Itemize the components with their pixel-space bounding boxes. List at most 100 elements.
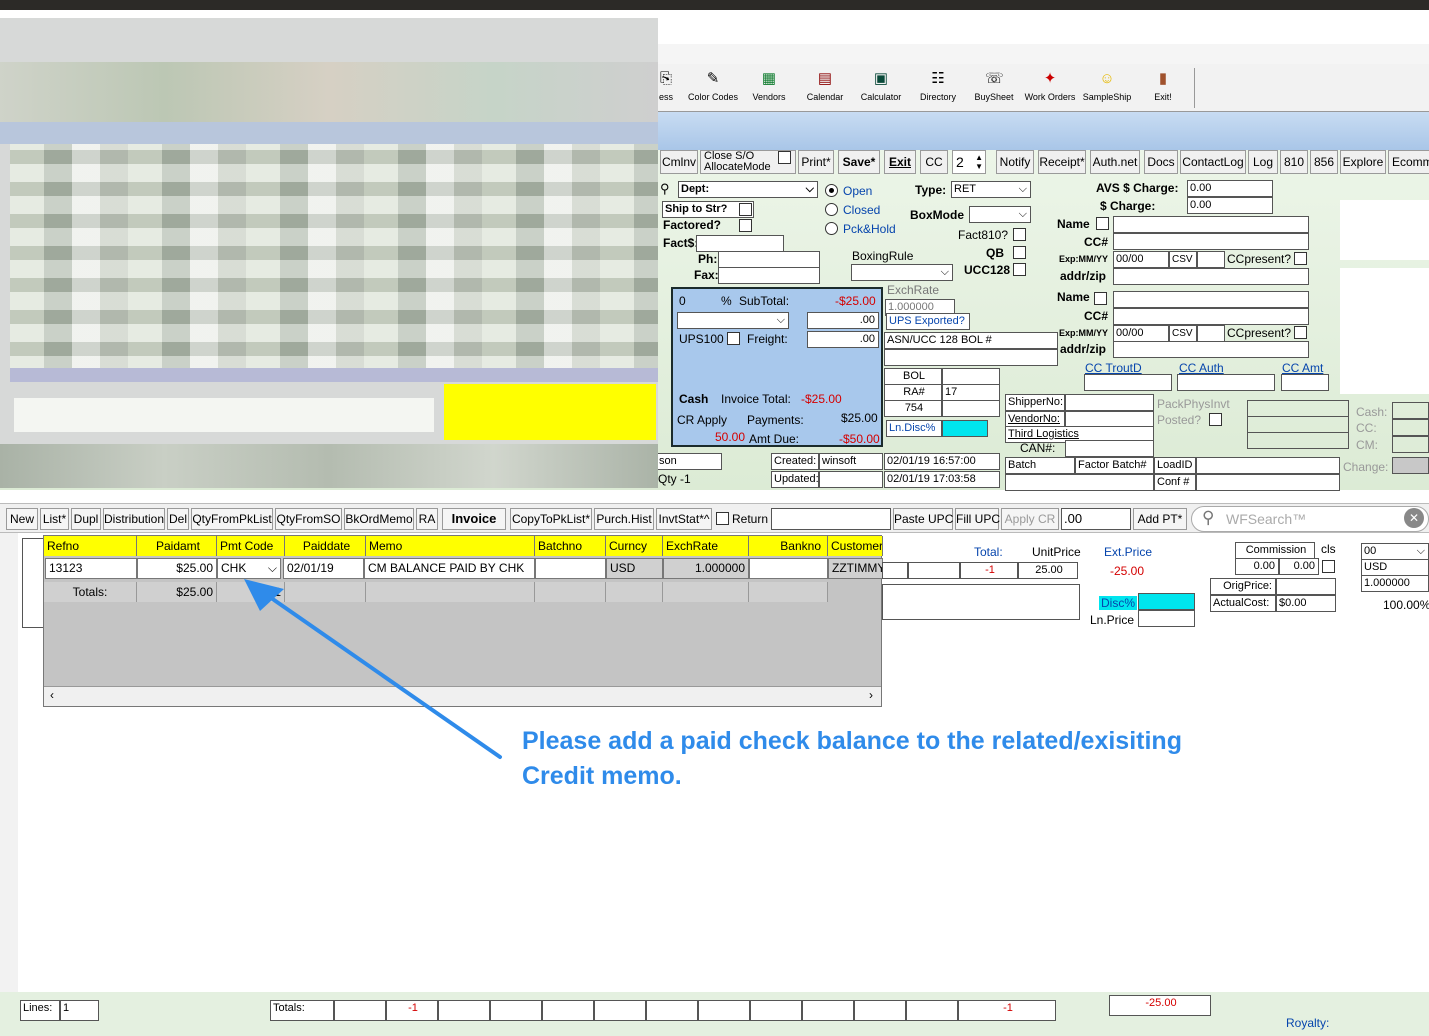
paste-upc-button[interactable]: Paste UPC (893, 508, 953, 530)
ra-input[interactable]: 17 (942, 384, 1000, 401)
avs-charge-input[interactable]: 0.00 (1187, 180, 1273, 197)
cc-tender-input[interactable] (1392, 419, 1429, 436)
fill-upc-button[interactable]: Fill UPC (955, 508, 1000, 530)
search-icon[interactable]: ⚲ (660, 181, 670, 197)
toolbar-process-button[interactable]: ⎘ ess (655, 68, 677, 110)
status-closed-radio[interactable] (825, 203, 838, 216)
list-button[interactable]: List* (40, 508, 69, 530)
cc-troutd-input[interactable] (1084, 374, 1172, 391)
status-pckhold-radio[interactable] (825, 222, 838, 235)
fax-input[interactable] (718, 267, 820, 284)
posted-checkbox[interactable] (1209, 413, 1222, 426)
explore-button[interactable]: Explore (1340, 150, 1386, 174)
commission-b-input[interactable]: 0.00 (1279, 558, 1319, 575)
toolbar-work-orders-button[interactable]: ✦ Work Orders (1022, 68, 1078, 110)
cash-tender-input[interactable] (1392, 402, 1429, 419)
line-notes-input[interactable] (882, 584, 1080, 620)
toolbar-color-codes-button[interactable]: ✎ Color Codes (684, 68, 742, 110)
dept-dropdown[interactable]: Dept: ⌵ (678, 181, 818, 198)
cc1-csv-input[interactable] (1197, 251, 1225, 268)
orig-price-input[interactable] (1276, 578, 1336, 595)
cc2-exp-input[interactable]: 00/00 (1113, 325, 1169, 342)
cc2-name-input[interactable] (1113, 291, 1309, 308)
del-button[interactable]: Del (167, 508, 189, 530)
docs-button[interactable]: Docs (1144, 150, 1178, 174)
cmlnv-button[interactable]: Cmlnv (660, 150, 698, 174)
cc1-addr-input[interactable] (1113, 268, 1309, 285)
toolbar-vendors-button[interactable]: ▦ Vendors (748, 68, 790, 110)
toolbar-sampleship-button[interactable]: ☺ SampleShip (1082, 68, 1132, 110)
edi-810-button[interactable]: 810 (1280, 150, 1308, 174)
distribution-button[interactable]: Distribution (103, 508, 165, 530)
col-pmt-code[interactable]: Pmt Code (217, 536, 285, 556)
cell-paidamt[interactable]: $25.00 (137, 558, 217, 579)
apply-cr-button[interactable]: Apply CR (1001, 508, 1059, 530)
boxmode-dropdown[interactable]: ⌵ (969, 206, 1031, 223)
item-lookup-input[interactable] (771, 508, 891, 530)
cc2-number-input[interactable] (1113, 308, 1309, 325)
load-id-input[interactable] (1196, 457, 1340, 474)
wf-search-box[interactable]: ⚲ WFSearch™ ✕ (1191, 506, 1429, 532)
ucc128-checkbox[interactable] (1013, 263, 1026, 276)
scroll-left-icon[interactable]: ‹ (50, 688, 54, 702)
fact-dollar-input[interactable] (696, 235, 784, 252)
col-exchrate[interactable]: ExchRate (663, 536, 749, 556)
type-dropdown[interactable]: RET ⌵ (951, 181, 1031, 198)
commission-a-input[interactable]: 0.00 (1235, 558, 1279, 575)
copy-to-pklist-button[interactable]: CopyToPkList* (510, 508, 592, 530)
cc2-ccpresent-checkbox[interactable] (1294, 326, 1307, 339)
allocate-mode-checkbox[interactable] (778, 151, 791, 164)
bkord-memo-button[interactable]: BkOrdMemo (344, 508, 414, 530)
col-paidamt[interactable]: Paidamt (137, 536, 217, 556)
cc2-name-checkbox[interactable] (1094, 292, 1107, 305)
toolbar-calculator-button[interactable]: ▣ Calculator (858, 68, 904, 110)
notify-button[interactable]: Notify (996, 150, 1034, 174)
log-button[interactable]: Log (1248, 150, 1278, 174)
dupl-button[interactable]: Dupl (71, 508, 101, 530)
copies-spinner[interactable]: 2 ▲ ▼ (952, 150, 986, 174)
col-refno[interactable]: Refno (44, 536, 137, 556)
can-input[interactable] (1065, 440, 1154, 457)
cc-button[interactable]: CC (920, 150, 948, 174)
cell-bankno[interactable] (749, 558, 828, 579)
edi-856-button[interactable]: 856 (1310, 150, 1338, 174)
code-dropdown[interactable]: 00 ⌵ (1361, 543, 1429, 560)
line-cell-1[interactable] (882, 562, 908, 579)
batch-input[interactable] (1005, 474, 1154, 491)
cc1-number-input[interactable] (1113, 233, 1309, 250)
cm-tender-input[interactable] (1392, 436, 1429, 453)
ln-price-input[interactable] (1138, 610, 1195, 627)
col-curncy[interactable]: Curncy (606, 536, 663, 556)
new-button[interactable]: New (6, 508, 38, 530)
ln-disc-input[interactable] (942, 420, 988, 437)
qb-checkbox[interactable] (1013, 246, 1026, 259)
toolbar-exit-button[interactable]: ▮ Exit! (1148, 68, 1178, 110)
save-button[interactable]: Save* (838, 150, 880, 174)
ecommerce-button[interactable]: Ecomme (1388, 150, 1429, 174)
factored-checkbox[interactable] (739, 219, 752, 232)
ra-extra-input[interactable] (942, 400, 1000, 417)
cc1-exp-input[interactable]: 00/00 (1113, 251, 1169, 268)
invt-stat-button[interactable]: InvtStat*^ (656, 508, 712, 530)
cc-auth-input[interactable] (1177, 374, 1275, 391)
discount-dropdown[interactable]: ⌵ (677, 312, 789, 329)
line-cell-2[interactable] (908, 562, 960, 579)
cc1-ccpresent-checkbox[interactable] (1294, 252, 1307, 265)
cc-amt-input[interactable] (1281, 374, 1329, 391)
rate-field[interactable]: 1.000000 (1361, 575, 1429, 592)
line-total-value[interactable]: -1 (960, 562, 1018, 579)
contactlog-button[interactable]: ContactLog (1180, 150, 1246, 174)
ups100-checkbox[interactable] (727, 332, 740, 345)
phone-input[interactable] (718, 251, 820, 268)
cc2-addr-input[interactable] (1113, 341, 1309, 358)
fact810-checkbox[interactable] (1013, 228, 1026, 241)
unit-price-input[interactable]: 25.00 (1018, 562, 1078, 579)
col-batchno[interactable]: Batchno (535, 536, 606, 556)
freight-input[interactable]: .00 (807, 331, 879, 348)
apply-cr-input[interactable]: .00 (1061, 508, 1131, 530)
charge-input[interactable]: 0.00 (1187, 197, 1273, 214)
asn-ucc-bol-input[interactable] (884, 349, 1058, 366)
shipper-no-input[interactable] (1065, 394, 1154, 411)
bol-input[interactable] (942, 368, 1000, 385)
clear-search-icon[interactable]: ✕ (1404, 508, 1424, 528)
